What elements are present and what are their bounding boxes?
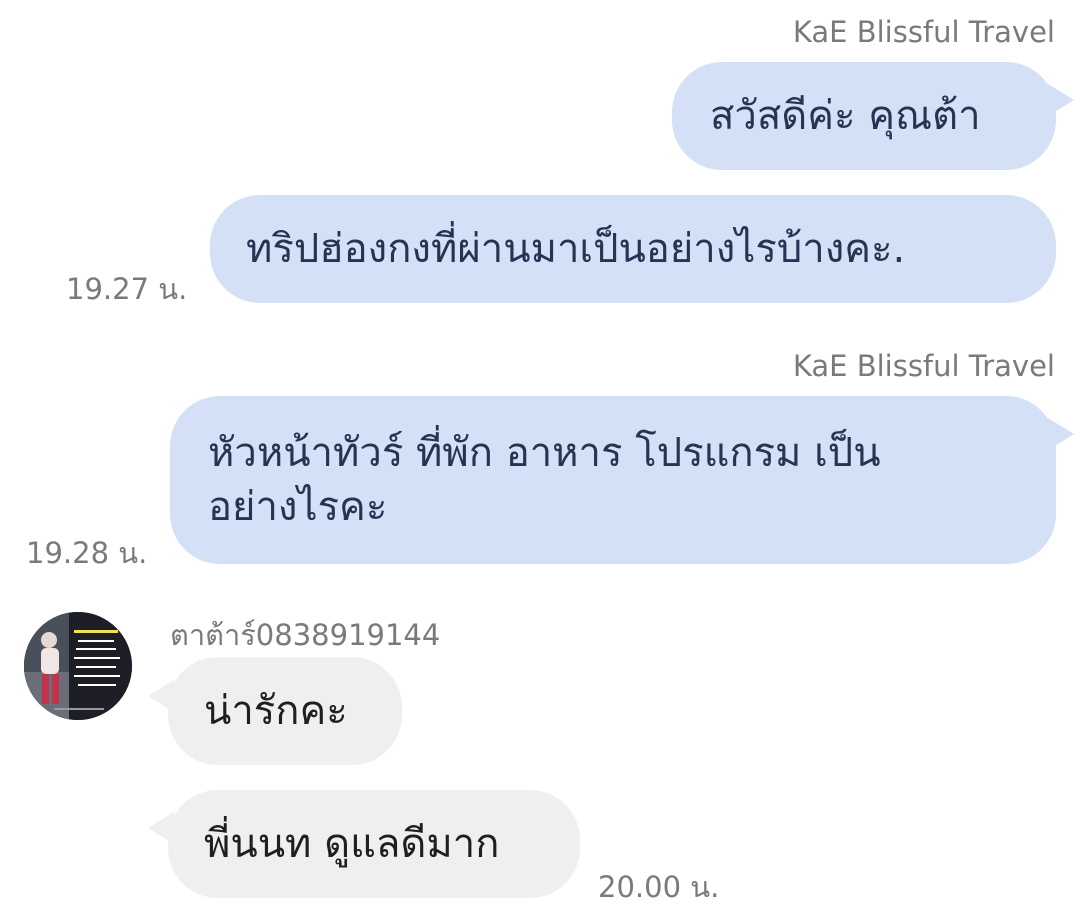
bubble-tail (1048, 84, 1074, 116)
message-timestamp: 20.00 น. (598, 870, 720, 904)
message-bubble-outgoing[interactable]: ทริปฮ่องกงที่ผ่านมาเป็นอย่างไรบ้างคะ. (210, 195, 1056, 303)
bubble-tail (148, 680, 174, 712)
message-text: พี่นนท ดูแลดีมาก (204, 821, 500, 867)
message-text: ทริปฮ่องกงที่ผ่านมาเป็นอย่างไรบ้างคะ. (246, 226, 906, 272)
avatar-image (24, 612, 132, 720)
message-bubble-outgoing[interactable]: หัวหน้าทัวร์ ที่พัก อาหาร โปรแกรม เป็น อ… (170, 396, 1056, 564)
message-text: สวัสดีค่ะ คุณต้า (710, 93, 981, 139)
sender-name: KaE Blissful Travel (792, 349, 1055, 383)
bubble-tail (148, 812, 174, 844)
bubble-tail (1048, 418, 1074, 450)
message-text-line: อย่างไรคะ (208, 484, 388, 530)
message-bubble-incoming[interactable]: พี่นนท ดูแลดีมาก (168, 790, 580, 898)
message-timestamp: 19.27 น. (66, 272, 188, 306)
sender-name: KaE Blissful Travel (792, 15, 1055, 49)
message-bubble-outgoing[interactable]: สวัสดีค่ะ คุณต้า (672, 62, 1056, 170)
sender-name: ตาต้าร์0838919144 (170, 618, 441, 652)
chat-thread: KaE Blissful Travel สวัสดีค่ะ คุณต้า ทริ… (0, 0, 1080, 918)
message-text-line: หัวหน้าทัวร์ ที่พัก อาหาร โปรแกรม เป็น (208, 430, 881, 476)
contact-avatar[interactable] (24, 612, 132, 720)
message-text: น่ารักคะ (204, 688, 348, 734)
message-timestamp: 19.28 น. (26, 536, 148, 570)
message-bubble-incoming[interactable]: น่ารักคะ (168, 657, 402, 765)
